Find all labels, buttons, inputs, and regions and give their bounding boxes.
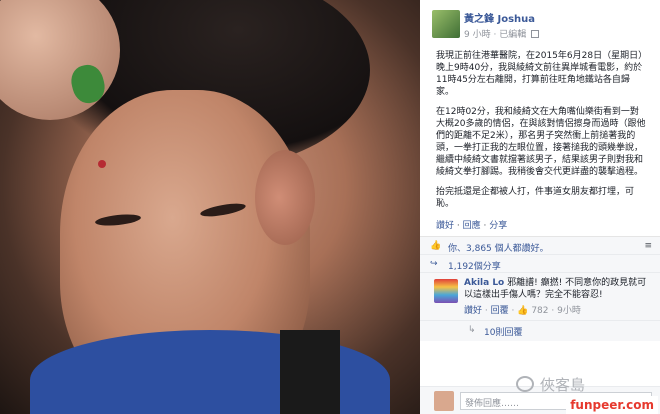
post-header: 黃之鋒 Joshua 9 小時 · 已編輯 — [420, 0, 660, 50]
comment-meta: 讚好 · 回覆 · 👍 782 · 9小時 — [464, 306, 581, 316]
thumbs-up-icon: 👍 — [430, 241, 442, 251]
photo-ear — [255, 150, 315, 245]
post-edited[interactable]: 已編輯 — [499, 30, 526, 40]
site-watermark: funpeer.com — [566, 396, 658, 414]
sort-icon[interactable]: ≡ — [644, 241, 652, 251]
photo-wound — [98, 160, 106, 168]
post-summary: 👍 你、3,865 個人都讚好。 ≡ ↪ 1,192個分享 Akila Lo 邪… — [420, 236, 660, 341]
comment-button[interactable]: 回應 — [463, 221, 481, 231]
share-icon: ↪ — [430, 259, 438, 269]
post-actions: 讚好 · 回應 · 分享 — [436, 221, 508, 231]
post-paragraph: 在12時02分，我和綾綺文在大角嘴仙樂街看到一對大概20多歲的情侶，在與該對情侶… — [436, 107, 646, 177]
post-paragraph: 我現正前往港華醫院，在2015年6月28日（星期日）晚上9時40分，我與綾綺文前… — [436, 51, 643, 97]
post-panel: 黃之鋒 Joshua 9 小時 · 已編輯 我現正前往港華醫院，在2015年6月… — [420, 0, 660, 414]
likes-summary[interactable]: 你、3,865 個人都讚好。 — [448, 244, 549, 254]
comment-like-count[interactable]: 782 — [531, 306, 548, 316]
commenter-avatar[interactable] — [434, 279, 458, 303]
comment-like-icon: 👍 — [517, 306, 529, 316]
like-button[interactable]: 讚好 — [436, 221, 454, 231]
reply-arrow-icon: ↳ — [468, 325, 476, 335]
author-name[interactable]: 黃之鋒 Joshua — [464, 10, 652, 25]
post-paragraph: 抬完抵還是企都被人打，件事道女朋友都打埋，可恥。 — [436, 187, 635, 209]
comment-like-button[interactable]: 讚好 — [464, 306, 482, 316]
comment-reply-button[interactable]: 回覆 — [491, 306, 509, 316]
author-avatar[interactable] — [432, 10, 460, 38]
wechat-watermark-icon — [516, 376, 534, 392]
globe-icon — [531, 30, 540, 38]
shares-row[interactable]: ↪ 1,192個分享 — [420, 255, 660, 273]
post-photo[interactable] — [0, 0, 420, 414]
likes-row[interactable]: 👍 你、3,865 個人都讚好。 ≡ — [420, 237, 660, 255]
comment-text-line: Akila Lo 邪離譜! 癲撚! 不同意你的政見就可以這樣出手傷人嗎？完全不能… — [464, 277, 652, 301]
replies-label[interactable]: 10則回覆 — [484, 328, 522, 338]
post-time[interactable]: 9 小時 — [464, 30, 491, 40]
photo-bag-strap — [280, 330, 340, 414]
replies-link[interactable]: ↳ 10則回覆 — [420, 321, 660, 341]
post-body: 我現正前往港華醫院，在2015年6月28日（星期日）晚上9時40分，我與綾綺文前… — [420, 50, 660, 210]
watermark-text: 俠客島 — [540, 376, 586, 394]
post-meta: 9 小時 · 已編輯 — [464, 27, 652, 40]
comment-time[interactable]: 9小時 — [557, 306, 581, 316]
commenter-name[interactable]: Akila Lo — [464, 278, 504, 288]
share-button[interactable]: 分享 — [489, 221, 507, 231]
shares-summary[interactable]: 1,192個分享 — [448, 262, 501, 272]
comment: Akila Lo 邪離譜! 癲撚! 不同意你的政見就可以這樣出手傷人嗎？完全不能… — [420, 273, 660, 321]
viewer-avatar — [434, 391, 454, 411]
